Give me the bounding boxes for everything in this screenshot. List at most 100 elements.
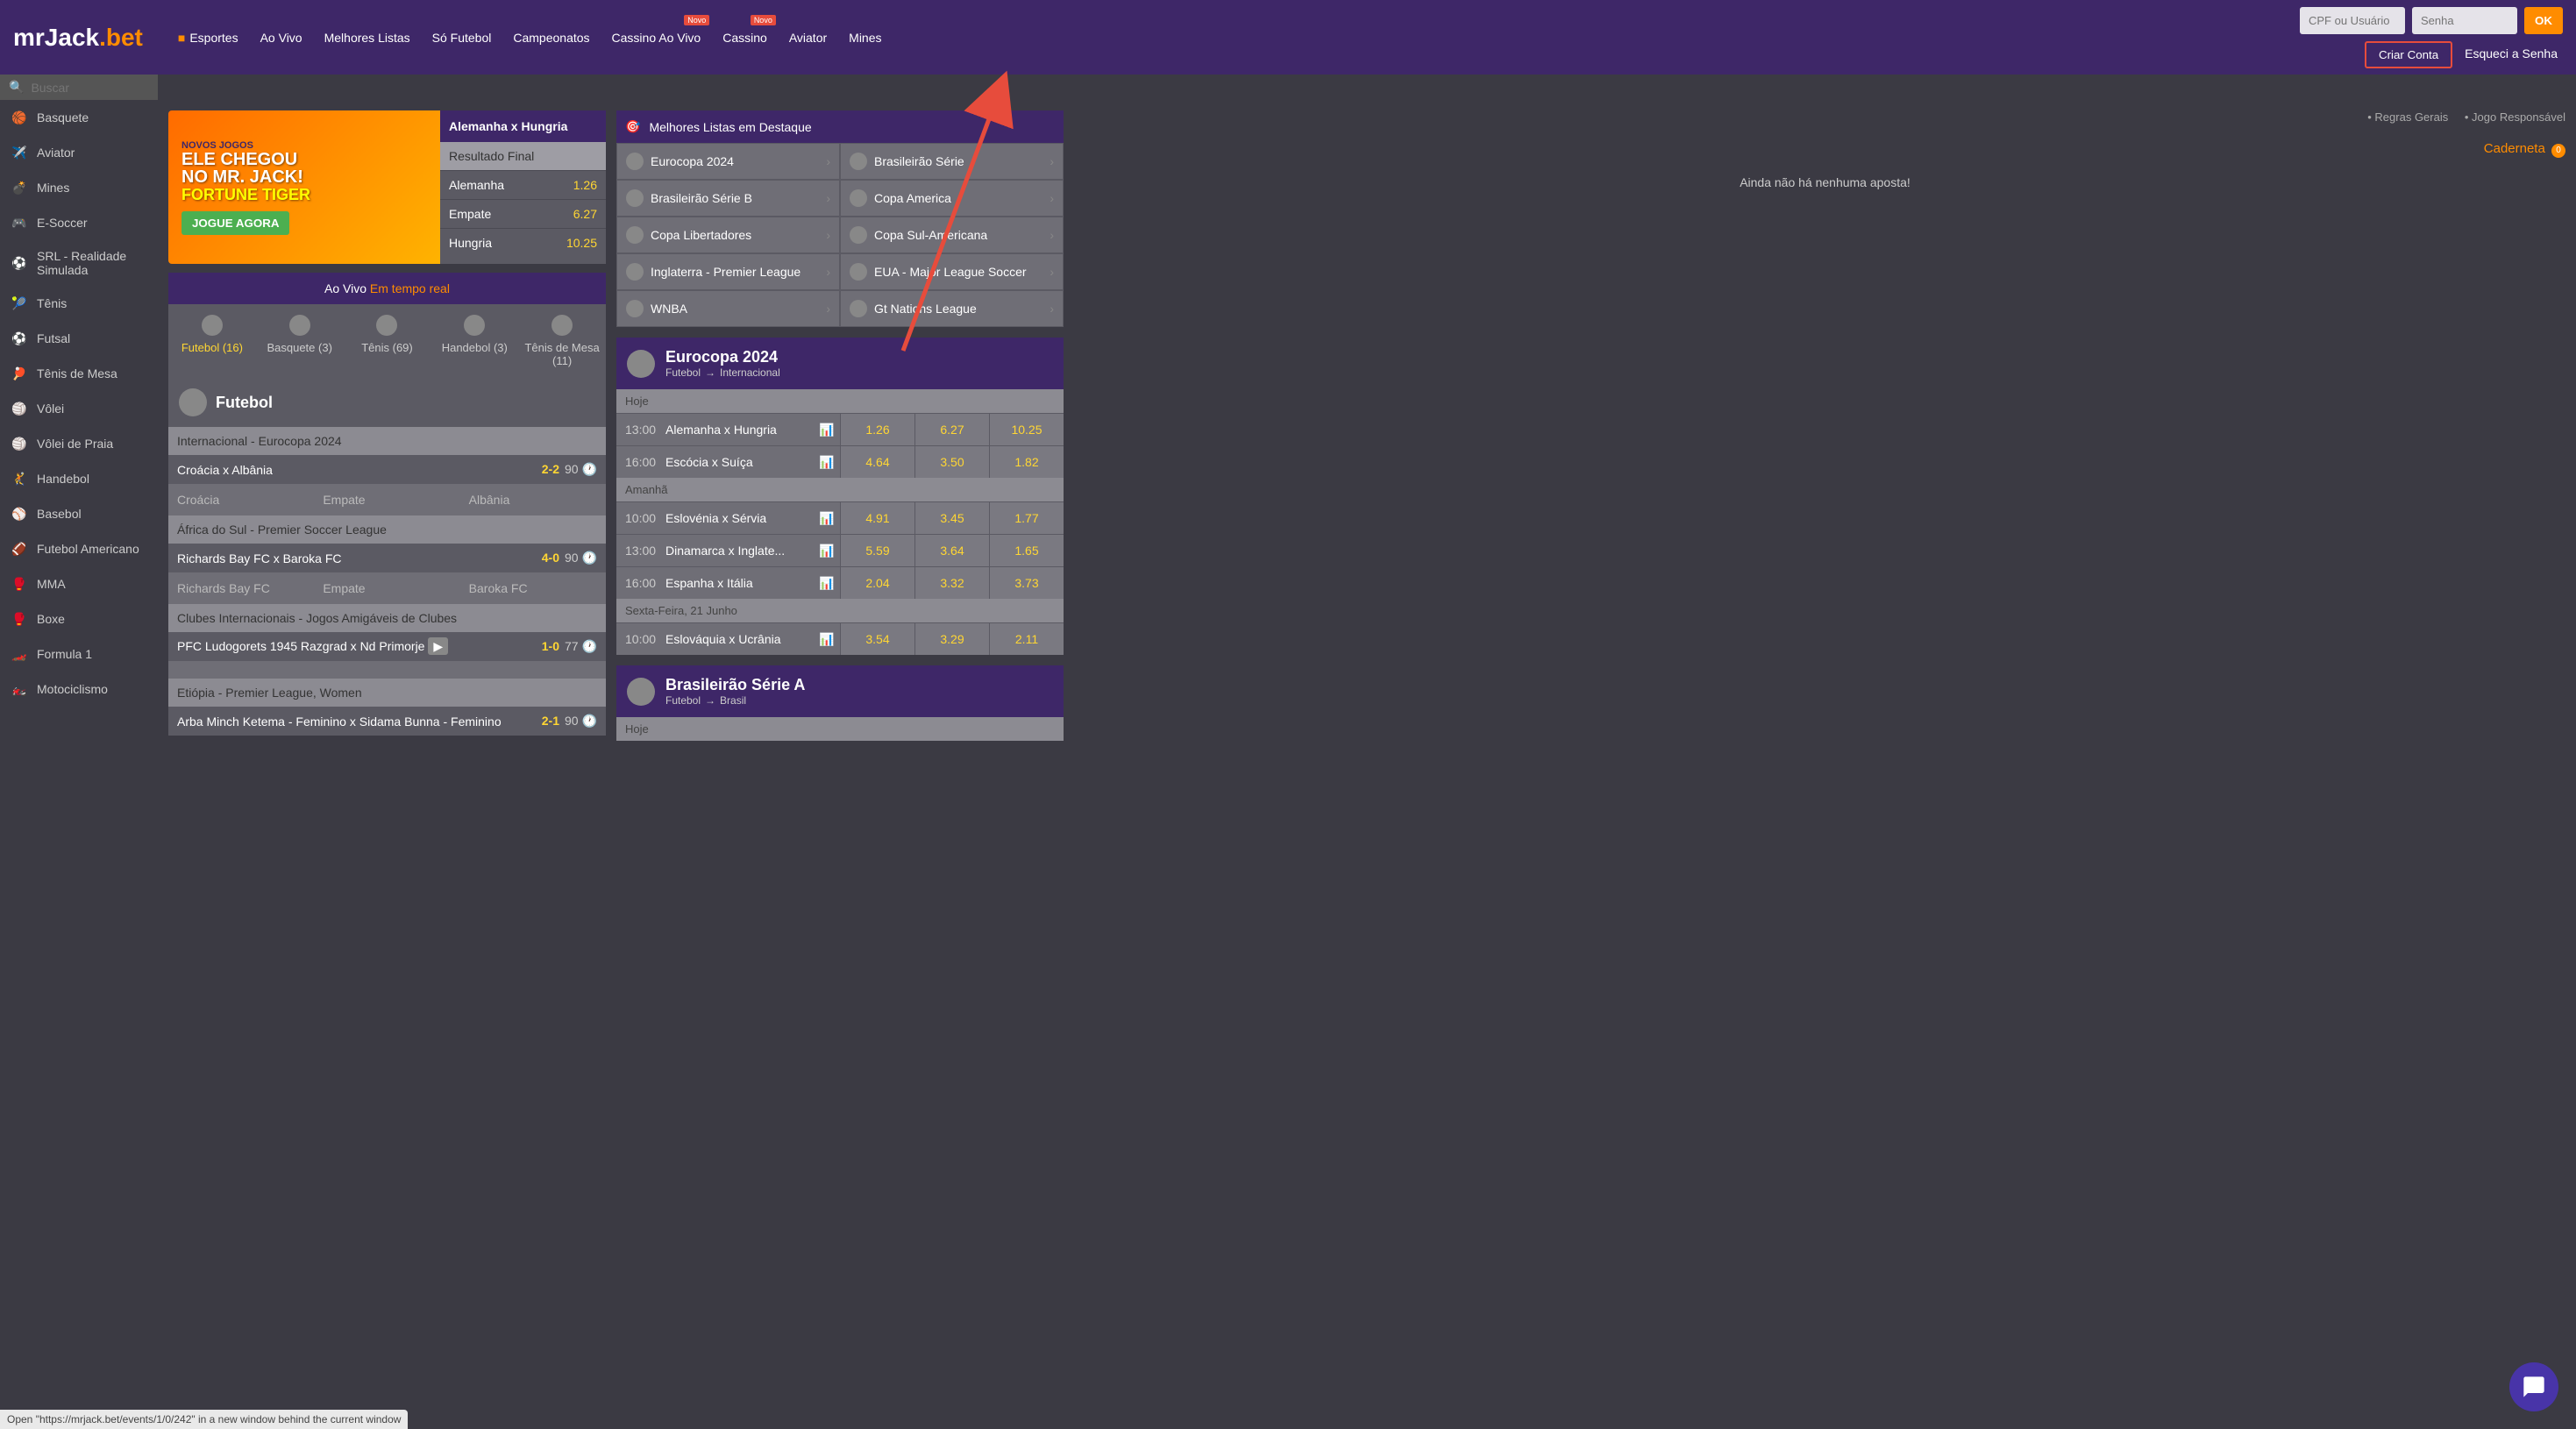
sidebar-formula1[interactable]: 🏎️Formula 1	[0, 636, 158, 672]
featured-item[interactable]: Gt Nations League	[840, 290, 1064, 327]
chat-button[interactable]	[2509, 1362, 2558, 1411]
match-row[interactable]: PFC Ludogorets 1945 Razgrad x Nd Primorj…	[168, 632, 606, 661]
featured-item[interactable]: Copa Sul-Americana	[840, 217, 1064, 253]
bet-opt-draw[interactable]: Empate	[314, 572, 459, 604]
sidebar-tenis[interactable]: 🎾Tênis	[0, 286, 158, 321]
nav-sofutebol[interactable]: Só Futebol	[432, 31, 492, 45]
password-input[interactable]	[2412, 7, 2517, 34]
tab-futebol[interactable]: Futebol (16)	[168, 315, 256, 367]
forgot-password-link[interactable]: Esqueci a Senha	[2459, 41, 2563, 68]
odd-2[interactable]: 3.73	[989, 567, 1064, 599]
sidebar-voleipraia[interactable]: 🏐Vôlei de Praia	[0, 426, 158, 461]
username-input[interactable]	[2300, 7, 2405, 34]
betslip-title[interactable]: Caderneta 0	[2484, 141, 2565, 158]
stats-icon[interactable]: 📊	[814, 455, 840, 470]
nav-campeonatos[interactable]: Campeonatos	[513, 31, 589, 45]
odd-1[interactable]: 1.26	[840, 414, 914, 445]
odd-2[interactable]: 2.11	[989, 623, 1064, 655]
odd-1[interactable]: 2.04	[840, 567, 914, 599]
nav-cassino-vivo[interactable]: Cassino Ao VivoNovo	[612, 31, 701, 45]
match-row[interactable]: Richards Bay FC x Baroka FC 4-090🕐	[168, 544, 606, 572]
league-header[interactable]: Clubes Internacionais - Jogos Amigáveis …	[168, 604, 606, 632]
league-header[interactable]: Internacional - Eurocopa 2024	[168, 427, 606, 455]
event-row[interactable]: 16:00Escócia x Suíça📊4.643.501.82	[616, 445, 1064, 478]
stats-icon[interactable]: 📊	[814, 576, 840, 591]
event-row[interactable]: 13:00Dinamarca x Inglate...📊5.593.641.65	[616, 534, 1064, 566]
stats-icon[interactable]: 📊	[814, 544, 840, 558]
sidebar-futsal[interactable]: ⚽Futsal	[0, 321, 158, 356]
sidebar-aviator[interactable]: ✈️Aviator	[0, 135, 158, 170]
featured-item[interactable]: WNBA	[616, 290, 840, 327]
sidebar-tenismesa[interactable]: 🏓Tênis de Mesa	[0, 356, 158, 391]
responsible-link[interactable]: Jogo Responsável	[2465, 110, 2565, 124]
bet-opt-away[interactable]: Albânia	[460, 484, 606, 515]
odd-x[interactable]: 3.32	[914, 567, 989, 599]
nav-esportes[interactable]: Esportes	[178, 31, 238, 45]
odd-2[interactable]: 1.82	[989, 446, 1064, 478]
sidebar-boxe[interactable]: 🥊Boxe	[0, 601, 158, 636]
nav-melhores[interactable]: Melhores Listas	[324, 31, 410, 45]
sidebar-volei[interactable]: 🏐Vôlei	[0, 391, 158, 426]
featured-item[interactable]: EUA - Major League Soccer	[840, 253, 1064, 290]
sidebar-handebol[interactable]: 🤾Handebol	[0, 461, 158, 496]
sidebar-esoccer[interactable]: 🎮E-Soccer	[0, 205, 158, 240]
league-header[interactable]: Etiópia - Premier League, Women	[168, 679, 606, 707]
sidebar-motociclismo[interactable]: 🏍️Motociclismo	[0, 672, 158, 707]
tab-basquete[interactable]: Basquete (3)	[256, 315, 344, 367]
event-row[interactable]: 10:00Eslovénia x Sérvia📊4.913.451.77	[616, 501, 1064, 534]
odd-1[interactable]: 4.64	[840, 446, 914, 478]
sidebar-mma[interactable]: 🥊MMA	[0, 566, 158, 601]
promo-odd-3[interactable]: Hungria10.25	[440, 228, 606, 257]
odd-1[interactable]: 5.59	[840, 535, 914, 566]
featured-item[interactable]: Brasileirão Série	[840, 143, 1064, 180]
odd-1[interactable]: 4.91	[840, 502, 914, 534]
rules-link[interactable]: Regras Gerais	[2367, 110, 2448, 124]
sidebar-mines[interactable]: 💣Mines	[0, 170, 158, 205]
promo-odd-1[interactable]: Alemanha1.26	[440, 170, 606, 199]
odd-2[interactable]: 1.77	[989, 502, 1064, 534]
bet-opt-draw[interactable]: Empate	[314, 484, 459, 515]
create-account-button[interactable]: Criar Conta	[2365, 41, 2452, 68]
league-header[interactable]: África do Sul - Premier Soccer League	[168, 515, 606, 544]
tab-tenis[interactable]: Tênis (69)	[344, 315, 431, 367]
odd-2[interactable]: 10.25	[989, 414, 1064, 445]
nav-aviator[interactable]: Aviator	[789, 31, 827, 45]
odd-x[interactable]: 3.50	[914, 446, 989, 478]
event-row[interactable]: 13:00Alemanha x Hungria📊1.266.2710.25	[616, 413, 1064, 445]
nav-mines[interactable]: Mines	[849, 31, 881, 45]
sidebar-srl[interactable]: ⚽SRL - Realidade Simulada	[0, 240, 158, 286]
tab-handebol[interactable]: Handebol (3)	[431, 315, 518, 367]
featured-item[interactable]: Inglaterra - Premier League	[616, 253, 840, 290]
odd-1[interactable]: 3.54	[840, 623, 914, 655]
login-button[interactable]: OK	[2524, 7, 2563, 34]
promo-odd-2[interactable]: Empate6.27	[440, 199, 606, 228]
odd-2[interactable]: 1.65	[989, 535, 1064, 566]
stats-icon[interactable]: 📊	[814, 511, 840, 526]
featured-item[interactable]: Brasileirão Série B	[616, 180, 840, 217]
odd-x[interactable]: 3.29	[914, 623, 989, 655]
tab-tenismesa[interactable]: Tênis de Mesa (11)	[518, 315, 606, 367]
search-input[interactable]	[31, 81, 189, 95]
match-row[interactable]: Croácia x Albânia 2-290🕐	[168, 455, 606, 484]
stats-icon[interactable]: 📊	[814, 632, 840, 647]
sidebar-futebolamericano[interactable]: 🏈Futebol Americano	[0, 531, 158, 566]
nav-aovivo[interactable]: Ao Vivo	[260, 31, 302, 45]
stats-icon[interactable]: 📊	[814, 423, 840, 437]
bet-opt-home[interactable]: Richards Bay FC	[168, 572, 314, 604]
odd-x[interactable]: 3.64	[914, 535, 989, 566]
sidebar-basquete[interactable]: 🏀Basquete	[0, 100, 158, 135]
featured-item[interactable]: Copa Libertadores	[616, 217, 840, 253]
promo-image[interactable]: NOVOS JOGOS ELE CHEGOU NO MR. JACK! FORT…	[168, 110, 440, 264]
play-now-button[interactable]: JOGUE AGORA	[181, 211, 289, 235]
sidebar-basebol[interactable]: ⚾Basebol	[0, 496, 158, 531]
nav-cassino[interactable]: CassinoNovo	[722, 31, 767, 45]
featured-item[interactable]: Copa America	[840, 180, 1064, 217]
logo[interactable]: mrJack.bet	[13, 24, 143, 52]
odd-x[interactable]: 3.45	[914, 502, 989, 534]
event-row[interactable]: 16:00Espanha x Itália📊2.043.323.73	[616, 566, 1064, 599]
bet-opt-away[interactable]: Baroka FC	[460, 572, 606, 604]
odd-x[interactable]: 6.27	[914, 414, 989, 445]
match-row[interactable]: Arba Minch Ketema - Feminino x Sidama Bu…	[168, 707, 606, 736]
bet-opt-home[interactable]: Croácia	[168, 484, 314, 515]
event-row[interactable]: 10:00Eslováquia x Ucrânia📊3.543.292.11	[616, 622, 1064, 655]
